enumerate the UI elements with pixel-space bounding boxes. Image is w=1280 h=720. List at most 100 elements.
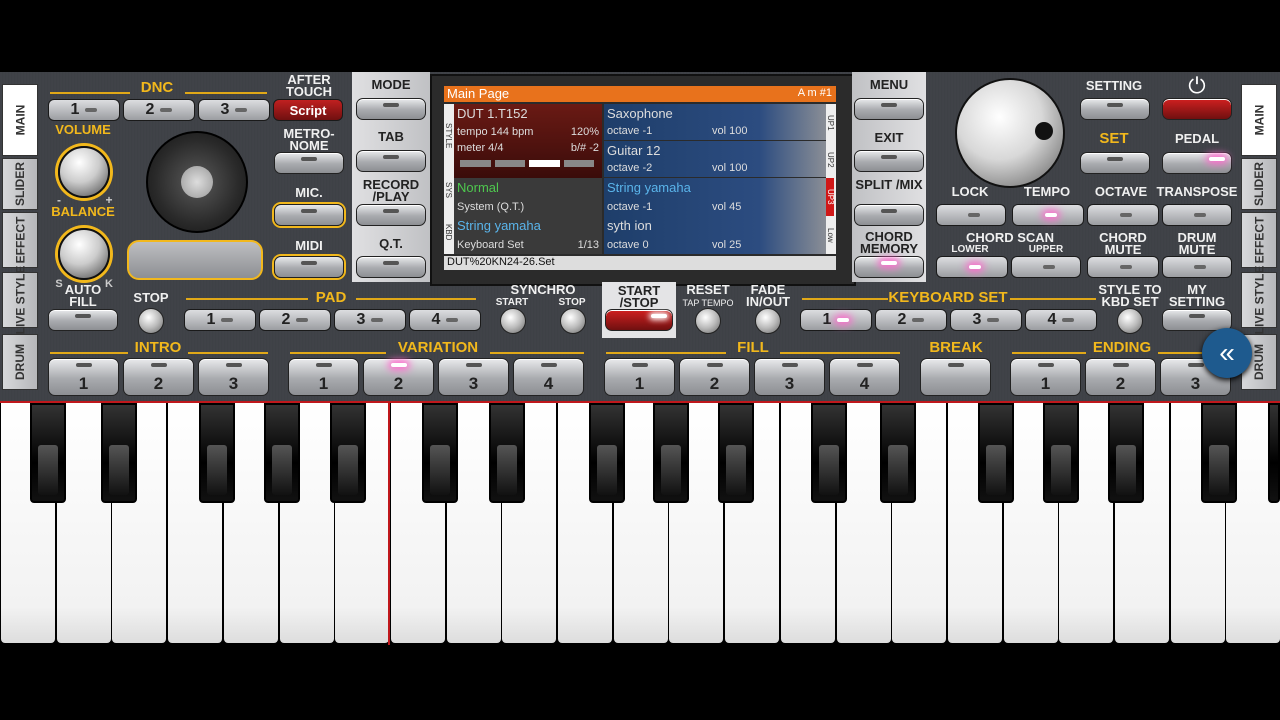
metronome-button[interactable] [274, 152, 344, 174]
script-button[interactable]: Script [273, 99, 343, 121]
transpose-button[interactable] [1162, 204, 1232, 226]
side-tab-main-right[interactable]: MAIN [1241, 84, 1277, 156]
dnc-button-3[interactable]: 3 [198, 99, 270, 121]
pad-button-2[interactable]: 2 [259, 309, 331, 331]
power-button[interactable] [1162, 98, 1232, 120]
drum-mute-button[interactable] [1162, 256, 1232, 278]
kbd-set-button-3[interactable]: 3 [950, 309, 1022, 331]
side-tab-live-style-right[interactable]: LIVE STYLE [1241, 266, 1277, 334]
side-tab-effect[interactable]: EFFECT [2, 212, 38, 268]
touch-pad[interactable] [127, 240, 263, 280]
ending-button-1[interactable]: 1 [1010, 358, 1081, 396]
side-tab-drum[interactable]: DRUM [2, 334, 38, 390]
kbd-set-line-left [802, 298, 888, 301]
variation-button-4[interactable]: 4 [513, 358, 584, 396]
fill-button-4[interactable]: 4 [829, 358, 900, 396]
fill-button-3[interactable]: 3 [754, 358, 825, 396]
black-key[interactable] [589, 403, 625, 503]
intro-button-2[interactable]: 2 [123, 358, 194, 396]
collapse-panel-button[interactable]: « [1202, 328, 1252, 378]
lock-button[interactable] [936, 204, 1006, 226]
break-button[interactable] [920, 358, 991, 396]
variation-button-2[interactable]: 2 [363, 358, 434, 396]
split-mix-button[interactable] [854, 204, 924, 226]
variation-button-1[interactable]: 1 [288, 358, 359, 396]
pad-button-1[interactable]: 1 [184, 309, 256, 331]
synchro-stop-knob[interactable] [560, 308, 586, 334]
jog-wheel[interactable] [146, 131, 248, 233]
side-tab-slider-right[interactable]: SLIDER [1241, 158, 1277, 210]
black-key[interactable] [489, 403, 525, 503]
part-up3[interactable]: String yamaha octave -1 vol 45 [604, 178, 826, 216]
upper-label: UPPER [1028, 244, 1064, 255]
pedal-button[interactable] [1162, 152, 1232, 174]
part-up2[interactable]: Guitar 12 octave -2 vol 100 [604, 141, 826, 177]
black-key[interactable] [811, 403, 847, 503]
black-key[interactable] [1108, 403, 1144, 503]
qt-button[interactable] [356, 256, 426, 278]
auto-fill-button[interactable] [48, 309, 118, 331]
black-key[interactable] [1201, 403, 1237, 503]
ending-button-2[interactable]: 2 [1085, 358, 1156, 396]
black-key[interactable] [422, 403, 458, 503]
side-tab-main[interactable]: MAIN [2, 84, 38, 156]
tab-button[interactable] [356, 150, 426, 172]
fill-button-2[interactable]: 2 [679, 358, 750, 396]
mode-button[interactable] [356, 98, 426, 120]
chord-mute-button[interactable] [1087, 256, 1159, 278]
side-tab-effect-right[interactable]: EFFECT [1241, 212, 1277, 268]
black-key[interactable] [1043, 403, 1079, 503]
midi-button[interactable] [274, 256, 344, 278]
style-to-kbd-knob[interactable] [1117, 308, 1143, 334]
reset-knob[interactable] [695, 308, 721, 334]
setting-button[interactable] [1080, 98, 1150, 120]
black-key[interactable] [264, 403, 300, 503]
tempo-button[interactable] [1012, 204, 1084, 226]
part-low[interactable]: syth ion octave 0 vol 25 [604, 216, 826, 254]
pad-button-4[interactable]: 4 [409, 309, 481, 331]
data-dial[interactable] [955, 78, 1065, 188]
black-key[interactable] [30, 403, 66, 503]
pad-stop-knob[interactable] [138, 308, 164, 334]
kbd-cell[interactable]: String yamaha Keyboard Set 1/13 [454, 216, 602, 254]
sys-cell[interactable]: Normal System (Q.T.) [454, 178, 602, 216]
black-key[interactable] [718, 403, 754, 503]
intro-button-3[interactable]: 3 [198, 358, 269, 396]
tag-up2: UP2 [826, 151, 835, 168]
black-key[interactable] [199, 403, 235, 503]
balance-knob[interactable] [58, 228, 110, 280]
exit-button[interactable] [854, 150, 924, 172]
start-stop-button[interactable] [605, 309, 673, 331]
side-tab-slider[interactable]: SLIDER [2, 158, 38, 210]
kbd-set-button-2[interactable]: 2 [875, 309, 947, 331]
volume-knob[interactable] [58, 146, 110, 198]
upper-button[interactable] [1011, 256, 1081, 278]
black-key[interactable] [653, 403, 689, 503]
lower-button[interactable] [936, 256, 1008, 278]
black-key[interactable] [978, 403, 1014, 503]
chord-memory-button[interactable] [854, 256, 924, 278]
black-key[interactable] [1268, 403, 1280, 503]
kbd-set-button-4[interactable]: 4 [1025, 309, 1097, 331]
menu-button[interactable] [854, 98, 924, 120]
record-play-button[interactable] [356, 204, 426, 226]
octave-label: OCTAVE [1094, 184, 1148, 199]
side-tab-live-style[interactable]: LIVE STYLE [2, 266, 38, 334]
dnc-button-2[interactable]: 2 [123, 99, 195, 121]
synchro-start-knob[interactable] [500, 308, 526, 334]
dnc-button-1[interactable]: 1 [48, 99, 120, 121]
set-button[interactable] [1080, 152, 1150, 174]
black-key[interactable] [330, 403, 366, 503]
variation-button-3[interactable]: 3 [438, 358, 509, 396]
pad-button-3[interactable]: 3 [334, 309, 406, 331]
mic-button[interactable] [274, 204, 344, 226]
kbd-set-button-1[interactable]: 1 [800, 309, 872, 331]
style-cell[interactable]: DUT 1.T152 tempo 144 bpm 120% meter 4/4 … [454, 104, 602, 178]
fade-knob[interactable] [755, 308, 781, 334]
part-up1[interactable]: Saxophone octave -1 vol 100 [604, 104, 826, 140]
black-key[interactable] [101, 403, 137, 503]
octave-button[interactable] [1087, 204, 1159, 226]
black-key[interactable] [880, 403, 916, 503]
fill-button-1[interactable]: 1 [604, 358, 675, 396]
intro-button-1[interactable]: 1 [48, 358, 119, 396]
